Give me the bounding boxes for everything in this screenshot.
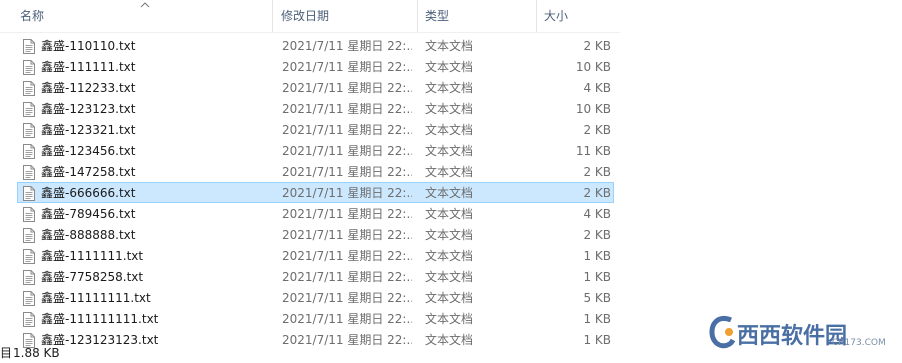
file-size: 1 KB <box>583 249 611 263</box>
file-type: 文本文档 <box>425 207 474 221</box>
file-name: 鑫盛-123456.txt <box>41 144 136 158</box>
file-type: 文本文档 <box>425 291 474 305</box>
status-bar: 目 1.88 KB <box>0 343 300 363</box>
file-type: 文本文档 <box>425 312 474 326</box>
file-date: 2021/7/11 星期日 22:... <box>282 39 412 53</box>
file-type: 文本文档 <box>425 102 474 116</box>
file-date: 2021/7/11 星期日 22:... <box>282 207 412 221</box>
file-size: 2 KB <box>583 165 611 179</box>
file-date: 2021/7/11 星期日 22:... <box>282 333 412 347</box>
file-row[interactable]: 鑫盛-666666.txt 2021/7/11 星期日 22:... 文本文档 2 K… <box>17 182 614 203</box>
file-row[interactable]: 鑫盛-123123.txt 2021/7/11 星期日 22:... 文本文档 10 … <box>17 98 614 119</box>
file-type: 文本文档 <box>425 228 474 242</box>
file-type: 文本文档 <box>425 123 474 137</box>
file-row[interactable]: 鑫盛-888888.txt 2021/7/11 星期日 22:... 文本文档 2 K… <box>17 224 614 245</box>
file-row[interactable]: 鑫盛-112233.txt 2021/7/11 星期日 22:... 文本文档 4 K… <box>17 77 614 98</box>
file-size: 2 KB <box>583 123 611 137</box>
file-size: 2 KB <box>583 186 611 200</box>
file-date: 2021/7/11 星期日 22:... <box>282 186 412 200</box>
file-name: 鑫盛-111111.txt <box>41 60 136 74</box>
file-row[interactable]: 鑫盛-11111111.txt 2021/7/11 星期日 22:... 文本文档 5… <box>17 287 614 308</box>
file-date: 2021/7/11 星期日 22:... <box>282 270 412 284</box>
text-file-icon <box>23 60 35 75</box>
column-header-name[interactable]: 名称 <box>14 0 273 32</box>
file-row[interactable]: 鑫盛-7758258.txt 2021/7/11 星期日 22:... 文本文档 1 … <box>17 266 614 287</box>
text-file-icon <box>23 291 35 306</box>
file-date: 2021/7/11 星期日 22:... <box>282 228 412 242</box>
file-date: 2021/7/11 星期日 22:... <box>282 165 412 179</box>
column-header-date[interactable]: 修改日期 <box>275 0 418 32</box>
file-date: 2021/7/11 星期日 22:... <box>282 312 412 326</box>
file-name: 鑫盛-666666.txt <box>41 186 136 200</box>
column-header-type[interactable]: 类型 <box>419 0 537 32</box>
status-selected-size: 1.88 KB <box>13 346 60 360</box>
text-file-icon <box>23 81 35 96</box>
file-row[interactable]: 鑫盛-111111111.txt 2021/7/11 星期日 22:... 文本文档… <box>17 308 614 329</box>
text-file-icon <box>23 186 35 201</box>
text-file-icon <box>23 207 35 222</box>
file-size: 1 KB <box>583 312 611 326</box>
file-size: 2 KB <box>583 228 611 242</box>
file-type: 文本文档 <box>425 186 474 200</box>
file-size: 10 KB <box>575 60 611 74</box>
text-file-icon <box>23 270 35 285</box>
watermark-subtext: CR173.COM <box>832 338 886 348</box>
file-row[interactable]: 鑫盛-123456.txt 2021/7/11 星期日 22:... 文本文档 11 … <box>17 140 614 161</box>
file-row[interactable]: 鑫盛-1111111.txt 2021/7/11 星期日 22:... 文本文档 1 … <box>17 245 614 266</box>
file-name: 鑫盛-123321.txt <box>41 123 136 137</box>
file-name: 鑫盛-147258.txt <box>41 165 136 179</box>
file-size: 2 KB <box>583 39 611 53</box>
file-row[interactable]: 鑫盛-110110.txt 2021/7/11 星期日 22:... 文本文档 2 K… <box>17 35 614 56</box>
file-date: 2021/7/11 星期日 22:... <box>282 81 412 95</box>
file-date: 2021/7/11 星期日 22:... <box>282 249 412 263</box>
file-row[interactable]: 鑫盛-123321.txt 2021/7/11 星期日 22:... 文本文档 2 K… <box>17 119 614 140</box>
file-name: 鑫盛-888888.txt <box>41 228 136 242</box>
file-size: 10 KB <box>575 102 611 116</box>
file-type: 文本文档 <box>425 249 474 263</box>
text-file-icon <box>23 228 35 243</box>
file-date: 2021/7/11 星期日 22:... <box>282 123 412 137</box>
file-type: 文本文档 <box>425 81 474 95</box>
file-type: 文本文档 <box>425 144 474 158</box>
file-name: 鑫盛-1111111.txt <box>41 249 144 263</box>
file-type: 文本文档 <box>425 165 474 179</box>
file-type: 文本文档 <box>425 333 474 347</box>
file-name: 鑫盛-111111111.txt <box>41 312 159 326</box>
file-size: 1 KB <box>583 270 611 284</box>
file-size: 11 KB <box>575 144 611 158</box>
file-size: 1 KB <box>583 333 611 347</box>
file-name: 鑫盛-11111111.txt <box>41 291 151 305</box>
file-type: 文本文档 <box>425 39 474 53</box>
file-type: 文本文档 <box>425 60 474 74</box>
file-row[interactable]: 鑫盛-111111.txt 2021/7/11 星期日 22:... 文本文档 10 … <box>17 56 614 77</box>
text-file-icon <box>23 249 35 264</box>
text-file-icon <box>23 144 35 159</box>
file-name: 鑫盛-7758258.txt <box>41 270 144 284</box>
column-header-size[interactable]: 大小 <box>538 0 618 32</box>
file-size: 4 KB <box>583 207 611 221</box>
text-file-icon <box>23 123 35 138</box>
file-date: 2021/7/11 星期日 22:... <box>282 291 412 305</box>
file-row[interactable]: 鑫盛-147258.txt 2021/7/11 星期日 22:... 文本文档 2 K… <box>17 161 614 182</box>
file-name: 鑫盛-110110.txt <box>41 39 136 53</box>
file-name: 鑫盛-789456.txt <box>41 207 136 221</box>
text-file-icon <box>23 39 35 54</box>
watermark-emblem-icon <box>709 316 736 349</box>
status-selected-label: 目 <box>0 346 13 360</box>
watermark-logo: 西西软件园 CR173.COM <box>707 310 886 356</box>
file-name: 鑫盛-112233.txt <box>41 81 136 95</box>
file-date: 2021/7/11 星期日 22:... <box>282 60 412 74</box>
watermark-text: 西西软件园 <box>737 324 848 349</box>
text-file-icon <box>23 102 35 117</box>
file-name: 鑫盛-123123.txt <box>41 102 136 116</box>
file-date: 2021/7/11 星期日 22:... <box>282 102 412 116</box>
text-file-icon <box>23 312 35 327</box>
text-file-icon <box>23 165 35 180</box>
file-row[interactable]: 鑫盛-789456.txt 2021/7/11 星期日 22:... 文本文档 4 K… <box>17 203 614 224</box>
file-type: 文本文档 <box>425 270 474 284</box>
file-size: 5 KB <box>583 291 611 305</box>
column-header-bar: 名称 修改日期 类型 大小 <box>0 0 620 33</box>
file-date: 2021/7/11 星期日 22:... <box>282 144 412 158</box>
file-size: 4 KB <box>583 81 611 95</box>
